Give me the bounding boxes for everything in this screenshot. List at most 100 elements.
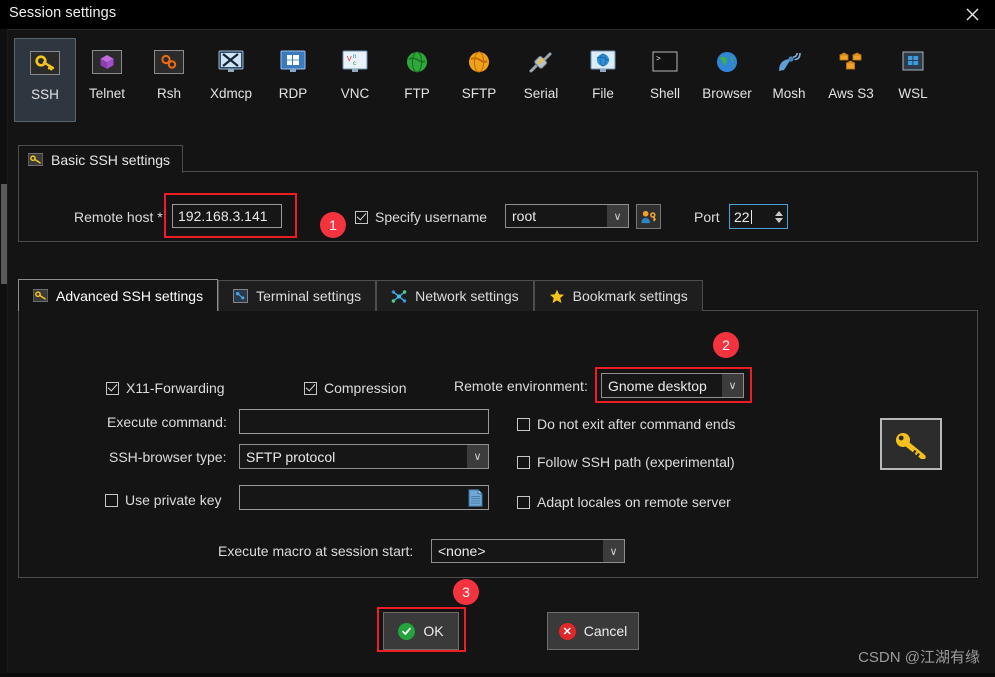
execute-command-label: Execute command:	[107, 414, 227, 430]
protocol-item-ftp[interactable]: FTP	[386, 38, 448, 118]
x11-forwarding-checkbox[interactable]: X11-Forwarding	[106, 380, 225, 396]
chevron-down-icon: ∨	[722, 374, 743, 397]
title-bar: Session settings	[0, 0, 995, 30]
network-icon	[391, 289, 407, 304]
vnc-monitor-icon: Vnc	[339, 46, 371, 78]
private-key-preview-button[interactable]	[880, 418, 942, 470]
cancel-label: Cancel	[583, 623, 628, 639]
windows-monitor-icon	[277, 46, 309, 78]
close-icon[interactable]	[949, 0, 995, 29]
spinner-down-icon[interactable]	[774, 217, 783, 223]
window-bottom-edge	[0, 673, 995, 677]
protocol-item-serial[interactable]: Serial	[510, 38, 572, 118]
orange-gears-icon	[153, 46, 185, 78]
svg-text:V: V	[347, 56, 352, 63]
tab-advanced-ssh-settings[interactable]: Advanced SSH settings	[18, 279, 219, 312]
text-caret	[750, 209, 752, 224]
svg-text:n: n	[353, 54, 356, 60]
key-icon	[892, 429, 930, 459]
ok-button[interactable]: OK	[383, 612, 459, 650]
aws-cubes-icon	[835, 46, 867, 78]
svg-text:>: >	[656, 55, 661, 64]
tab-bookmark-settings[interactable]: Bookmark settings	[533, 280, 703, 311]
port-spinner[interactable]: 22	[729, 204, 788, 229]
cancel-button[interactable]: ✕ Cancel	[547, 612, 639, 650]
adapt-locales-label: Adapt locales on remote server	[537, 494, 731, 510]
remote-environment-combobox[interactable]: Gnome desktop ∨	[601, 373, 744, 398]
do-not-exit-label: Do not exit after command ends	[537, 416, 736, 432]
session-settings-window: Session settings SSH Telnet Rsh Xdmcp RD…	[0, 0, 995, 677]
use-private-key-checkbox[interactable]: Use private key	[105, 492, 221, 508]
protocol-item-ssh[interactable]: SSH	[14, 38, 76, 122]
orange-globe-icon	[463, 46, 495, 78]
chevron-down-icon: ∨	[603, 540, 624, 562]
username-value: root	[512, 208, 537, 224]
chevron-down-icon: ∨	[607, 205, 628, 227]
specify-username-checkbox[interactable]: Specify username	[355, 209, 487, 225]
tab-label: Terminal settings	[256, 288, 362, 304]
protocol-item-telnet[interactable]: Telnet	[76, 38, 138, 118]
compression-label: Compression	[324, 380, 407, 396]
protocol-item-wsl[interactable]: WSL	[882, 38, 944, 118]
private-key-input[interactable]	[239, 485, 489, 510]
spinner-buttons[interactable]	[770, 205, 787, 228]
checkbox-box	[355, 210, 368, 224]
follow-ssh-path-label: Follow SSH path (experimental)	[537, 454, 735, 470]
terminal-icon: >	[649, 46, 681, 78]
red-x-icon: ✕	[558, 622, 576, 640]
execute-command-input[interactable]	[239, 409, 489, 434]
basic-ssh-settings-legend: Basic SSH settings	[18, 145, 184, 173]
user-key-button[interactable]	[636, 204, 661, 229]
port-value-wrap: 22	[730, 205, 770, 228]
ok-label: OK	[423, 623, 444, 639]
annotation-badge-1: 1	[320, 212, 346, 238]
terminal-blue-icon	[233, 289, 249, 303]
protocol-item-file[interactable]: File	[572, 38, 634, 118]
username-combobox[interactable]: root ∨	[505, 204, 629, 228]
group-legend-label: Basic SSH settings	[51, 151, 171, 168]
protocol-item-sftp[interactable]: SFTP	[448, 38, 510, 118]
basic-ssh-settings-group: Basic SSH settings	[18, 145, 978, 242]
execute-macro-label: Execute macro at session start:	[218, 543, 414, 559]
protocol-item-rsh[interactable]: Rsh	[138, 38, 200, 118]
green-check-icon	[398, 622, 416, 640]
blue-globe-icon	[711, 46, 743, 78]
window-title: Session settings	[9, 5, 117, 21]
protocol-label: Xdmcp	[209, 86, 253, 101]
adapt-locales-checkbox[interactable]: Adapt locales on remote server	[517, 494, 731, 510]
tab-terminal-settings[interactable]: Terminal settings	[218, 280, 377, 311]
advanced-ssh-settings-panel	[18, 310, 978, 578]
protocol-item-aws-s3[interactable]: Aws S3	[820, 38, 882, 118]
protocol-label: Serial	[523, 86, 559, 101]
protocol-label: Browser	[702, 86, 752, 101]
protocol-item-browser[interactable]: Browser	[696, 38, 758, 118]
panel-divider	[7, 29, 8, 677]
protocol-item-xdmcp[interactable]: Xdmcp	[200, 38, 262, 118]
tab-network-settings[interactable]: Network settings	[376, 280, 534, 311]
checkbox-box	[517, 495, 530, 509]
compression-checkbox[interactable]: Compression	[304, 380, 406, 396]
spinner-up-icon[interactable]	[774, 210, 783, 216]
svg-text:c: c	[353, 61, 356, 67]
ssh-browser-type-combobox[interactable]: SFTP protocol ∨	[239, 444, 489, 469]
protocol-item-rdp[interactable]: RDP	[262, 38, 324, 118]
file-page-icon[interactable]	[468, 488, 483, 507]
protocol-label: RDP	[278, 86, 308, 101]
do-not-exit-checkbox[interactable]: Do not exit after command ends	[517, 416, 735, 432]
remote-host-label: Remote host *	[74, 209, 163, 225]
protocol-label: SFTP	[461, 86, 497, 101]
follow-ssh-path-checkbox[interactable]: Follow SSH path (experimental)	[517, 454, 735, 470]
file-monitor-icon	[587, 46, 619, 78]
left-scrollbar-track[interactable]	[0, 29, 7, 677]
key-icon	[33, 289, 48, 302]
protocol-item-shell[interactable]: > Shell	[634, 38, 696, 118]
execute-macro-combobox[interactable]: <none> ∨	[431, 539, 625, 563]
protocol-item-mosh[interactable]: Mosh	[758, 38, 820, 118]
annotation-badge-2: 2	[713, 332, 739, 358]
remote-host-input[interactable]: 192.168.3.141	[172, 204, 282, 228]
satellite-dish-icon	[773, 46, 805, 78]
key-icon	[29, 47, 61, 79]
protocol-label: Shell	[649, 86, 681, 101]
protocol-item-vnc[interactable]: Vnc VNC	[324, 38, 386, 118]
checkbox-box	[304, 381, 317, 395]
